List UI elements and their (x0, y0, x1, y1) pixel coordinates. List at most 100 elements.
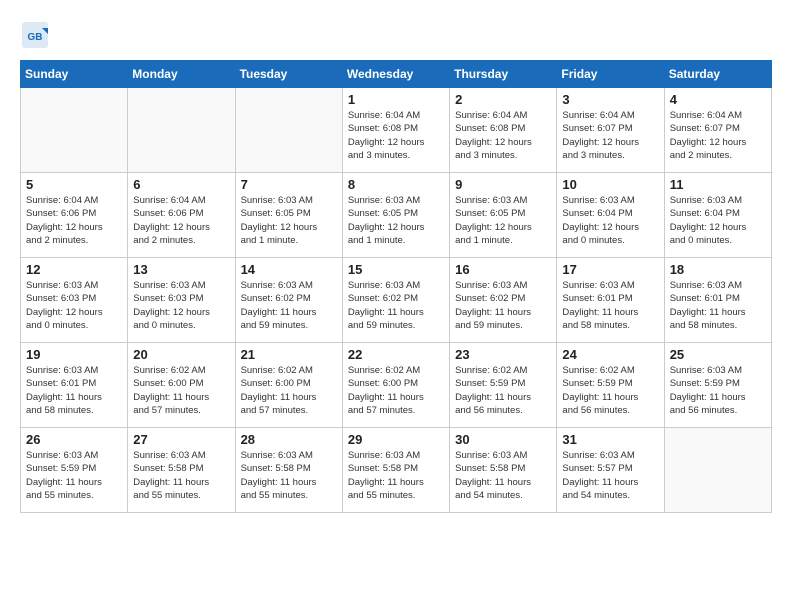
day-cell: 22 Sunrise: 6:02 AM Sunset: 6:00 PM Dayli… (342, 343, 449, 428)
day-info: Sunrise: 6:02 AM Sunset: 6:00 PM Dayligh… (241, 364, 337, 417)
day-info: Sunrise: 6:04 AM Sunset: 6:08 PM Dayligh… (455, 109, 551, 162)
day-cell: 16 Sunrise: 6:03 AM Sunset: 6:02 PM Dayli… (450, 258, 557, 343)
day-number: 10 (562, 177, 658, 192)
day-cell: 7 Sunrise: 6:03 AM Sunset: 6:05 PM Daylig… (235, 173, 342, 258)
day-info: Sunrise: 6:03 AM Sunset: 6:03 PM Dayligh… (133, 279, 229, 332)
day-number: 8 (348, 177, 444, 192)
day-number: 31 (562, 432, 658, 447)
header: GB (20, 20, 772, 50)
day-cell: 5Sunrise: 6:04 AM Sunset: 6:06 PM Daylig… (21, 173, 128, 258)
day-info: Sunrise: 6:03 AM Sunset: 6:05 PM Dayligh… (455, 194, 551, 247)
day-number: 25 (670, 347, 766, 362)
day-info: Sunrise: 6:04 AM Sunset: 6:06 PM Dayligh… (26, 194, 122, 247)
week-row-1: 1 Sunrise: 6:04 AM Sunset: 6:08 PM Daylig… (21, 88, 772, 173)
day-info: Sunrise: 6:03 AM Sunset: 6:01 PM Dayligh… (562, 279, 658, 332)
day-cell: 26Sunrise: 6:03 AM Sunset: 5:59 PM Dayli… (21, 428, 128, 513)
day-number: 12 (26, 262, 122, 277)
day-info: Sunrise: 6:04 AM Sunset: 6:07 PM Dayligh… (562, 109, 658, 162)
day-info: Sunrise: 6:04 AM Sunset: 6:07 PM Dayligh… (670, 109, 766, 162)
day-number: 21 (241, 347, 337, 362)
day-number: 20 (133, 347, 229, 362)
day-number: 19 (26, 347, 122, 362)
day-cell: 15 Sunrise: 6:03 AM Sunset: 6:02 PM Dayli… (342, 258, 449, 343)
day-number: 9 (455, 177, 551, 192)
day-number: 1 (348, 92, 444, 107)
weekday-header-tuesday: Tuesday (235, 61, 342, 88)
day-cell: 12Sunrise: 6:03 AM Sunset: 6:03 PM Dayli… (21, 258, 128, 343)
day-info: Sunrise: 6:03 AM Sunset: 6:01 PM Dayligh… (670, 279, 766, 332)
day-info: Sunrise: 6:02 AM Sunset: 5:59 PM Dayligh… (562, 364, 658, 417)
day-number: 23 (455, 347, 551, 362)
logo: GB (20, 20, 54, 50)
weekday-header-monday: Monday (128, 61, 235, 88)
day-cell (235, 88, 342, 173)
weekday-header-row: SundayMondayTuesdayWednesdayThursdayFrid… (21, 61, 772, 88)
day-number: 7 (241, 177, 337, 192)
day-cell: 24 Sunrise: 6:02 AM Sunset: 5:59 PM Dayli… (557, 343, 664, 428)
day-info: Sunrise: 6:03 AM Sunset: 5:57 PM Dayligh… (562, 449, 658, 502)
day-cell: 2Sunrise: 6:04 AM Sunset: 6:08 PM Daylig… (450, 88, 557, 173)
day-info: Sunrise: 6:03 AM Sunset: 6:02 PM Dayligh… (241, 279, 337, 332)
day-number: 18 (670, 262, 766, 277)
day-info: Sunrise: 6:03 AM Sunset: 6:01 PM Dayligh… (26, 364, 122, 417)
week-row-4: 19 Sunrise: 6:03 AM Sunset: 6:01 PM Dayli… (21, 343, 772, 428)
day-info: Sunrise: 6:03 AM Sunset: 5:58 PM Dayligh… (348, 449, 444, 502)
day-info: Sunrise: 6:04 AM Sunset: 6:08 PM Dayligh… (348, 109, 444, 162)
weekday-header-sunday: Sunday (21, 61, 128, 88)
day-number: 14 (241, 262, 337, 277)
weekday-header-wednesday: Wednesday (342, 61, 449, 88)
day-cell: 27Sunrise: 6:03 AM Sunset: 5:58 PM Dayli… (128, 428, 235, 513)
day-info: Sunrise: 6:03 AM Sunset: 5:58 PM Dayligh… (241, 449, 337, 502)
day-info: Sunrise: 6:04 AM Sunset: 6:06 PM Dayligh… (133, 194, 229, 247)
day-cell: 28 Sunrise: 6:03 AM Sunset: 5:58 PM Dayli… (235, 428, 342, 513)
weekday-header-saturday: Saturday (664, 61, 771, 88)
day-info: Sunrise: 6:03 AM Sunset: 6:05 PM Dayligh… (241, 194, 337, 247)
day-number: 4 (670, 92, 766, 107)
day-cell: 11Sunrise: 6:03 AM Sunset: 6:04 PM Dayli… (664, 173, 771, 258)
day-cell: 21 Sunrise: 6:02 AM Sunset: 6:00 PM Dayli… (235, 343, 342, 428)
day-cell: 29 Sunrise: 6:03 AM Sunset: 5:58 PM Dayli… (342, 428, 449, 513)
day-cell: 14 Sunrise: 6:03 AM Sunset: 6:02 PM Dayli… (235, 258, 342, 343)
day-cell: 23 Sunrise: 6:02 AM Sunset: 5:59 PM Dayli… (450, 343, 557, 428)
svg-text:GB: GB (28, 32, 43, 43)
day-info: Sunrise: 6:03 AM Sunset: 6:04 PM Dayligh… (562, 194, 658, 247)
day-cell: 4 Sunrise: 6:04 AM Sunset: 6:07 PM Daylig… (664, 88, 771, 173)
day-number: 24 (562, 347, 658, 362)
calendar-page: GB SundayMondayTuesdayWednesdayThursdayF… (0, 0, 792, 523)
day-number: 22 (348, 347, 444, 362)
week-row-3: 12 Sunrise: 6:03 AM Sunset: 6:03 PM Dayli… (21, 258, 772, 343)
weekday-header-thursday: Thursday (450, 61, 557, 88)
day-cell (21, 88, 128, 173)
day-number: 28 (241, 432, 337, 447)
day-number: 15 (348, 262, 444, 277)
day-info: Sunrise: 6:03 AM Sunset: 5:59 PM Dayligh… (670, 364, 766, 417)
day-number: 11 (670, 177, 766, 192)
day-cell: 8Sunrise: 6:03 AM Sunset: 6:05 PM Daylig… (342, 173, 449, 258)
week-row-5: 26Sunrise: 6:03 AM Sunset: 5:59 PM Dayli… (21, 428, 772, 513)
weekday-header-friday: Friday (557, 61, 664, 88)
calendar-table: SundayMondayTuesdayWednesdayThursdayFrid… (20, 60, 772, 513)
day-info: Sunrise: 6:02 AM Sunset: 6:00 PM Dayligh… (348, 364, 444, 417)
day-cell: 20Sunrise: 6:02 AM Sunset: 6:00 PM Dayli… (128, 343, 235, 428)
day-number: 26 (26, 432, 122, 447)
day-cell: 25 Sunrise: 6:03 AM Sunset: 5:59 PM Dayli… (664, 343, 771, 428)
day-cell (664, 428, 771, 513)
day-number: 29 (348, 432, 444, 447)
day-cell: 30Sunrise: 6:03 AM Sunset: 5:58 PM Dayli… (450, 428, 557, 513)
day-info: Sunrise: 6:03 AM Sunset: 6:02 PM Dayligh… (455, 279, 551, 332)
day-info: Sunrise: 6:02 AM Sunset: 5:59 PM Dayligh… (455, 364, 551, 417)
day-cell: 3 Sunrise: 6:04 AM Sunset: 6:07 PM Daylig… (557, 88, 664, 173)
day-info: Sunrise: 6:03 AM Sunset: 6:02 PM Dayligh… (348, 279, 444, 332)
day-cell: 19 Sunrise: 6:03 AM Sunset: 6:01 PM Dayli… (21, 343, 128, 428)
week-row-2: 5Sunrise: 6:04 AM Sunset: 6:06 PM Daylig… (21, 173, 772, 258)
day-number: 3 (562, 92, 658, 107)
day-number: 17 (562, 262, 658, 277)
day-number: 30 (455, 432, 551, 447)
day-number: 6 (133, 177, 229, 192)
day-cell: 9 Sunrise: 6:03 AM Sunset: 6:05 PM Daylig… (450, 173, 557, 258)
day-cell: 31 Sunrise: 6:03 AM Sunset: 5:57 PM Dayli… (557, 428, 664, 513)
day-number: 16 (455, 262, 551, 277)
logo-icon: GB (20, 20, 50, 50)
day-cell: 17 Sunrise: 6:03 AM Sunset: 6:01 PM Dayli… (557, 258, 664, 343)
day-number: 27 (133, 432, 229, 447)
